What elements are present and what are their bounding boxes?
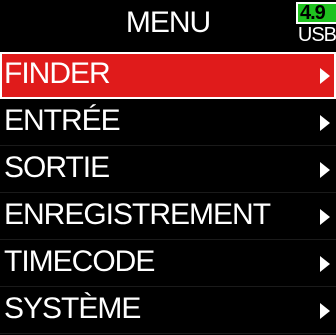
menu-item-sortie[interactable]: SORTIE: [0, 146, 336, 193]
page-title: MENU: [125, 6, 211, 39]
battery-level: 4.9: [300, 2, 326, 24]
menu-item-timecode[interactable]: TIMECODE: [0, 240, 336, 287]
menu-item-entree[interactable]: ENTRÉE: [0, 99, 336, 146]
menu-item-label: ENREGISTREMENT: [4, 198, 271, 231]
chevron-right-icon: [320, 256, 330, 272]
menu-item-label: SYSTÈME: [4, 292, 141, 325]
chevron-right-icon: [320, 115, 330, 131]
menu-list: FINDER ENTRÉE SORTIE ENREGISTREMENT TIME…: [0, 52, 336, 334]
header-bar: MENU 4.9 USB: [0, 0, 336, 52]
menu-item-label: TIMECODE: [4, 245, 155, 278]
menu-item-label: ENTRÉE: [4, 104, 121, 137]
menu-item-finder[interactable]: FINDER: [0, 52, 336, 99]
chevron-right-icon: [320, 303, 330, 319]
menu-item-enregistrement[interactable]: ENREGISTREMENT: [0, 193, 336, 240]
power-source-label: USB: [297, 24, 336, 46]
chevron-right-icon: [320, 68, 330, 84]
menu-item-label: FINDER: [4, 57, 111, 90]
menu-item-label: SORTIE: [4, 151, 110, 184]
chevron-right-icon: [320, 209, 330, 225]
battery-indicator: 4.9: [296, 2, 336, 24]
menu-item-systeme[interactable]: SYSTÈME: [0, 287, 336, 334]
chevron-right-icon: [320, 162, 330, 178]
